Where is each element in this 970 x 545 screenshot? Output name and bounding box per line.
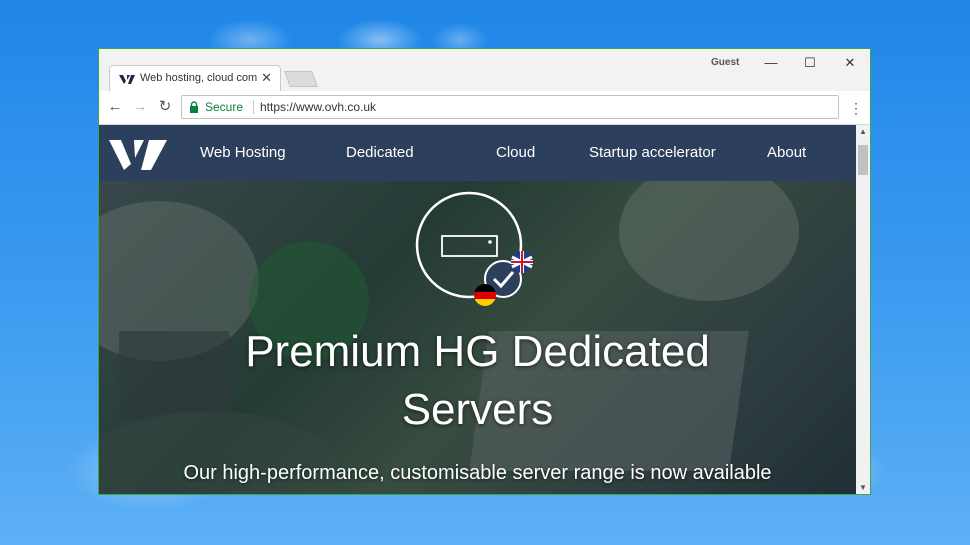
ovh-logo-icon[interactable] <box>107 136 169 172</box>
profile-label[interactable]: Guest <box>711 57 739 68</box>
nav-item-about[interactable]: About <box>767 144 806 161</box>
tab-title: Web hosting, cloud comp <box>140 72 258 84</box>
hero-title-line2: Servers <box>401 385 554 434</box>
nav-item-dedicated[interactable]: Dedicated <box>346 144 414 161</box>
back-button[interactable]: ← <box>105 97 125 117</box>
hero-title-line1: Premium HG Dedicated <box>245 327 710 376</box>
maximize-button[interactable]: ☐ <box>790 53 830 73</box>
tab-close-icon[interactable]: ✕ <box>261 70 272 86</box>
site-navbar: Web Hosting Dedicated Cloud Startup acce… <box>99 125 856 181</box>
forward-button[interactable]: → <box>130 97 150 117</box>
ovh-favicon-icon <box>119 75 135 84</box>
uk-flag-icon <box>511 251 533 273</box>
title-bar: Web hosting, cloud comp ✕ Guest — ☐ ✕ <box>99 49 870 91</box>
browser-window: Web hosting, cloud comp ✕ Guest — ☐ ✕ ← … <box>98 48 871 495</box>
nav-item-startup-accelerator[interactable]: Startup accelerator <box>589 144 716 161</box>
hero-banner: Premium HG Dedicated Servers Our high-pe… <box>99 181 856 494</box>
hero-title: Premium HG Dedicated Servers <box>99 323 856 439</box>
lock-icon <box>190 101 198 113</box>
page-viewport: Web Hosting Dedicated Cloud Startup acce… <box>99 125 856 494</box>
nav-item-web-hosting[interactable]: Web Hosting <box>200 144 286 161</box>
hero-subtitle: Our high-performance, customisable serve… <box>183 462 772 484</box>
browser-menu-icon[interactable]: ⋮ <box>849 98 863 118</box>
page-scrollbar[interactable]: ▲ ▼ <box>856 125 870 494</box>
browser-tab[interactable]: Web hosting, cloud comp ✕ <box>109 65 281 91</box>
scroll-down-icon[interactable]: ▼ <box>856 481 870 494</box>
secure-label: Secure <box>205 100 244 114</box>
reload-button[interactable]: ↻ <box>155 97 175 117</box>
scroll-up-icon[interactable]: ▲ <box>856 125 870 139</box>
server-check-icon <box>415 191 533 306</box>
nav-item-cloud[interactable]: Cloud <box>496 144 535 161</box>
close-window-button[interactable]: ✕ <box>830 53 870 73</box>
new-tab-button[interactable] <box>284 71 318 87</box>
url-text[interactable]: https://www.ovh.co.uk <box>260 100 376 114</box>
omnibox-divider <box>253 100 254 114</box>
browser-toolbar: ← → ↻ Secure https://www.ovh.co.uk ⋮ <box>99 91 870 125</box>
scroll-thumb[interactable] <box>858 145 868 175</box>
minimize-button[interactable]: — <box>751 53 791 73</box>
address-bar[interactable]: Secure https://www.ovh.co.uk <box>181 95 839 119</box>
